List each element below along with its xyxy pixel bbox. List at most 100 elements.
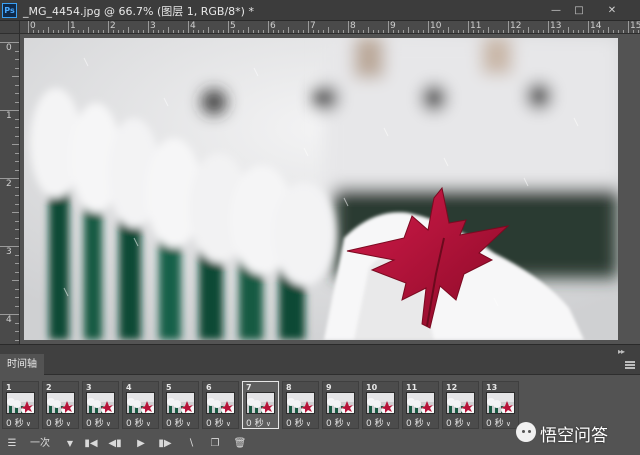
ruler-label: 13 [550, 21, 562, 31]
ruler-minor-tick [378, 30, 379, 33]
frame-thumbnail [246, 392, 275, 414]
minimize-icon[interactable]: — [548, 3, 564, 18]
frame-thumbnail [6, 392, 35, 414]
ruler-minor-tick [15, 169, 19, 171]
animation-frame[interactable]: 3 0 秒 ∨ [82, 381, 119, 429]
ruler-minor-tick [243, 30, 244, 33]
ruler-minor-tick [593, 30, 594, 33]
ruler-minor-tick [98, 30, 99, 33]
previous-frame-icon[interactable]: ◀▮ [108, 436, 122, 452]
duplicate-frame-icon[interactable]: ❐ [208, 436, 222, 452]
ruler-minor-tick [113, 30, 114, 33]
ruler-minor-tick [253, 30, 254, 33]
frame-thumbnail [486, 392, 515, 414]
frame-thumbnail-image [7, 393, 34, 413]
next-frame-icon[interactable]: ▮▶ [158, 436, 172, 452]
tween-icon[interactable]: ∖ [184, 436, 198, 452]
dropdown-arrow-icon: ∨ [263, 420, 271, 428]
ruler-minor-tick [318, 30, 319, 33]
play-icon[interactable]: ▶ [134, 436, 148, 452]
dropdown-arrow-icon[interactable]: ▼ [65, 436, 75, 452]
frame-delay-dropdown[interactable]: 0 秒 ∨ [246, 416, 271, 429]
frame-delay-dropdown[interactable]: 0 秒 ∨ [446, 416, 471, 429]
ruler-minor-tick [138, 30, 139, 33]
frame-delay-dropdown[interactable]: 0 秒 ∨ [86, 416, 111, 429]
ruler-minor-tick [173, 30, 174, 33]
convert-timeline-icon[interactable]: ☰ [4, 436, 20, 452]
frame-number: 5 [166, 383, 172, 392]
frame-delay-dropdown[interactable]: 0 秒 ∨ [166, 416, 191, 429]
document-canvas[interactable] [20, 34, 640, 344]
frame-delay-dropdown[interactable]: 0 秒 ∨ [126, 416, 151, 429]
ruler-minor-tick [638, 30, 639, 33]
trash-icon[interactable]: 🗑 [233, 436, 247, 452]
ruler-minor-tick [363, 30, 364, 33]
frame-delay-dropdown[interactable]: 0 秒 ∨ [406, 416, 431, 429]
frame-delay-dropdown[interactable]: 0 秒 ∨ [46, 416, 71, 429]
ruler-label: 14 [590, 21, 602, 31]
animation-frame[interactable]: 6 0 秒 ∨ [202, 381, 239, 429]
frame-thumbnail [166, 392, 195, 414]
close-icon[interactable]: ✕ [594, 3, 630, 18]
animation-frame[interactable]: 7 0 秒 ∨ [242, 381, 279, 429]
ruler-minor-tick [15, 186, 19, 188]
frame-thumbnail [86, 392, 115, 414]
animation-frame[interactable]: 11 0 秒 ∨ [402, 381, 439, 429]
frame-number: 7 [246, 383, 252, 392]
ruler-minor-tick [398, 30, 399, 33]
vertical-ruler[interactable]: 0 1 2 3 4 [0, 34, 20, 344]
animation-frame[interactable]: 1 0 秒 ∨ [2, 381, 39, 429]
frame-delay-value: 0 秒 [86, 419, 104, 429]
frame-thumbnail-image [407, 393, 434, 413]
frame-number: 11 [406, 383, 418, 392]
animation-frame[interactable]: 4 0 秒 ∨ [122, 381, 159, 429]
ruler-minor-tick [568, 27, 569, 33]
document-tab-title[interactable]: _MG_4454.jpg @ 66.7% (图层 1, RGB/8*) * [23, 3, 254, 19]
ruler-minor-tick [543, 30, 544, 33]
photo-image [24, 38, 618, 340]
timeline-panel-header: 时间轴 ▸▸ [0, 345, 640, 375]
ruler-minor-tick [358, 30, 359, 33]
ruler-minor-tick [603, 30, 604, 33]
frame-thumbnail [366, 392, 395, 414]
animation-frame[interactable]: 13 0 秒 ∨ [482, 381, 519, 429]
frame-delay-dropdown[interactable]: 0 秒 ∨ [486, 416, 511, 429]
ruler-minor-tick [553, 30, 554, 33]
frame-thumbnail [446, 392, 475, 414]
ruler-minor-tick [528, 27, 529, 33]
animation-frame[interactable]: 10 0 秒 ∨ [362, 381, 399, 429]
horizontal-ruler[interactable]: 0123456789101112131415 [20, 21, 640, 34]
ruler-minor-tick [93, 30, 94, 33]
tab-timeline[interactable]: 时间轴 [0, 354, 44, 375]
ruler-origin[interactable] [0, 21, 20, 34]
wukong-watermark: 悟空问答 [516, 420, 636, 446]
ruler-minor-tick [203, 30, 204, 33]
frame-delay-dropdown[interactable]: 0 秒 ∨ [6, 416, 31, 429]
hamburger-menu-icon[interactable] [625, 361, 635, 369]
frame-delay-value: 0 秒 [326, 419, 344, 429]
frame-delay-dropdown[interactable]: 0 秒 ∨ [326, 416, 351, 429]
animation-frame[interactable]: 8 0 秒 ∨ [282, 381, 319, 429]
animation-frame[interactable]: 12 0 秒 ∨ [442, 381, 479, 429]
frame-delay-dropdown[interactable]: 0 秒 ∨ [286, 416, 311, 429]
dropdown-arrow-icon: ∨ [463, 420, 471, 428]
ruler-minor-tick [293, 30, 294, 33]
ruler-major-tick [468, 21, 469, 33]
frame-delay-value: 0 秒 [246, 419, 264, 429]
animation-frame[interactable]: 5 0 秒 ∨ [162, 381, 199, 429]
first-frame-icon[interactable]: ▮◀ [84, 436, 98, 452]
loop-options-dropdown[interactable]: 一次 [30, 436, 60, 452]
double-chevron-icon[interactable]: ▸▸ [618, 347, 625, 356]
animation-frame[interactable]: 2 0 秒 ∨ [42, 381, 79, 429]
frame-number: 2 [46, 383, 52, 392]
ruler-minor-tick [238, 30, 239, 33]
frame-delay-dropdown[interactable]: 0 秒 ∨ [366, 416, 391, 429]
ruler-minor-tick [178, 30, 179, 33]
ruler-minor-tick [15, 161, 19, 162]
animation-frame[interactable]: 9 0 秒 ∨ [322, 381, 359, 429]
ruler-label: 3 [6, 247, 12, 257]
maximize-icon[interactable]: □ [571, 3, 587, 18]
ruler-minor-tick [233, 30, 234, 33]
frame-delay-dropdown[interactable]: 0 秒 ∨ [206, 416, 231, 429]
ruler-minor-tick [323, 30, 324, 33]
